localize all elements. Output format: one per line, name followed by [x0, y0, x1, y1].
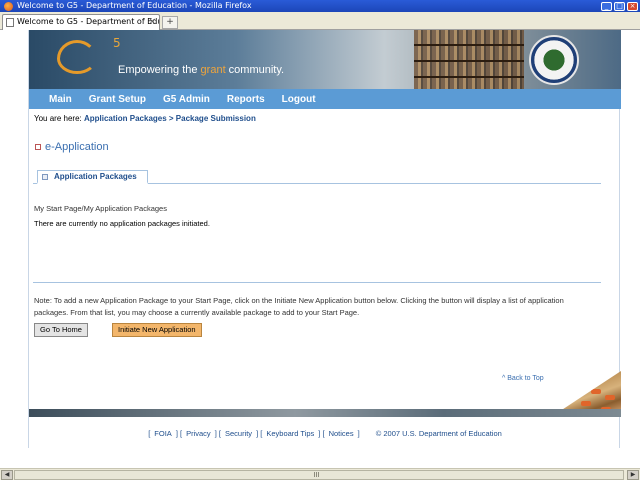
copyright-text: © 2007 U.S. Department of Education	[375, 429, 502, 438]
department-of-education-seal-icon	[529, 35, 579, 85]
breadcrumb: You are here: Application Packages > Pac…	[34, 114, 256, 123]
chair-shape	[605, 395, 615, 400]
tagline: Empowering the grant community.	[118, 64, 284, 76]
breadcrumb-prefix: You are here:	[34, 114, 82, 123]
tagline-suffix: community.	[225, 64, 285, 76]
footer-link-keyboard-tips[interactable]: Keyboard Tips	[266, 429, 314, 438]
nav-item-grant-setup[interactable]: Grant Setup	[89, 94, 146, 105]
instruction-note: Note: To add a new Application Package t…	[34, 296, 564, 317]
shelf-divider	[414, 60, 524, 62]
tab-page-icon	[42, 174, 48, 180]
nav-item-main[interactable]: Main	[49, 94, 72, 105]
tagline-highlight: grant	[200, 64, 226, 76]
tab-application-packages[interactable]: Application Packages	[37, 170, 148, 184]
breadcrumb-path[interactable]: Application Packages > Package Submissio…	[84, 114, 256, 123]
header-banner: 5 Empowering the grant community.	[29, 30, 621, 89]
footer-link-foia[interactable]: FOIA	[154, 429, 172, 438]
page-icon	[6, 18, 14, 27]
shelf-divider	[414, 44, 524, 46]
footer-link-privacy[interactable]: Privacy	[186, 429, 211, 438]
firefox-icon	[4, 1, 13, 11]
back-to-top-link[interactable]: ^ Back to Top	[502, 375, 544, 382]
footer-link-notices[interactable]: Notices	[329, 429, 354, 438]
minimize-icon[interactable]: _	[601, 1, 612, 11]
g5-logo-number: 5	[113, 36, 121, 50]
browser-content: 5 Empowering the grant community. Main G…	[0, 30, 640, 468]
browser-tab-title: Welcome to G5 - Department of Edu...	[17, 17, 160, 26]
tagline-prefix: Empowering the	[118, 64, 201, 76]
browser-tab-strip: Welcome to G5 - Department of Edu... × +	[0, 12, 640, 30]
new-tab-button[interactable]: +	[162, 16, 178, 29]
section-bullet-icon	[35, 144, 41, 150]
tab-application-packages-label: Application Packages	[54, 172, 137, 181]
window-controls: _ □ ×	[601, 1, 638, 11]
horizontal-scrollbar[interactable]: ◀ ▶	[0, 468, 640, 480]
window-title: Welcome to G5 - Department of Education …	[17, 1, 252, 10]
close-icon[interactable]: ×	[627, 1, 638, 11]
browser-tab[interactable]: Welcome to G5 - Department of Edu... ×	[2, 14, 160, 30]
footer-image-strip	[29, 409, 621, 417]
chair-shape	[591, 389, 601, 394]
maximize-icon[interactable]: □	[614, 1, 625, 11]
tab-close-icon[interactable]: ×	[148, 15, 156, 29]
nav-item-logout[interactable]: Logout	[282, 94, 316, 105]
shelf-divider	[414, 76, 524, 78]
panel-divider	[33, 282, 601, 283]
nav-item-reports[interactable]: Reports	[227, 94, 265, 105]
footer-link-security[interactable]: Security	[225, 429, 252, 438]
window-titlebar: Welcome to G5 - Department of Education …	[0, 0, 640, 12]
page-container: 5 Empowering the grant community. Main G…	[28, 30, 621, 448]
panel-caption: My Start Page/My Application Packages	[34, 204, 167, 213]
scrollbar-grip-icon	[314, 472, 320, 477]
empty-state-message: There are currently no application packa…	[34, 219, 210, 228]
page-title: e-Application	[35, 141, 109, 153]
go-to-home-button[interactable]: Go To Home	[34, 323, 88, 337]
chair-shape	[581, 401, 591, 406]
g5-logo	[57, 40, 97, 74]
initiate-new-application-button[interactable]: Initiate New Application	[112, 323, 202, 337]
nav-item-g5-admin[interactable]: G5 Admin	[163, 94, 210, 105]
scroll-left-icon[interactable]: ◀	[1, 470, 13, 480]
scroll-right-icon[interactable]: ▶	[627, 470, 639, 480]
footer-links: [FOIA] [Privacy] [Security] [Keyboard Ti…	[148, 429, 502, 438]
page-title-text: e-Application	[45, 141, 109, 153]
main-nav: Main Grant Setup G5 Admin Reports Logout	[29, 89, 621, 109]
